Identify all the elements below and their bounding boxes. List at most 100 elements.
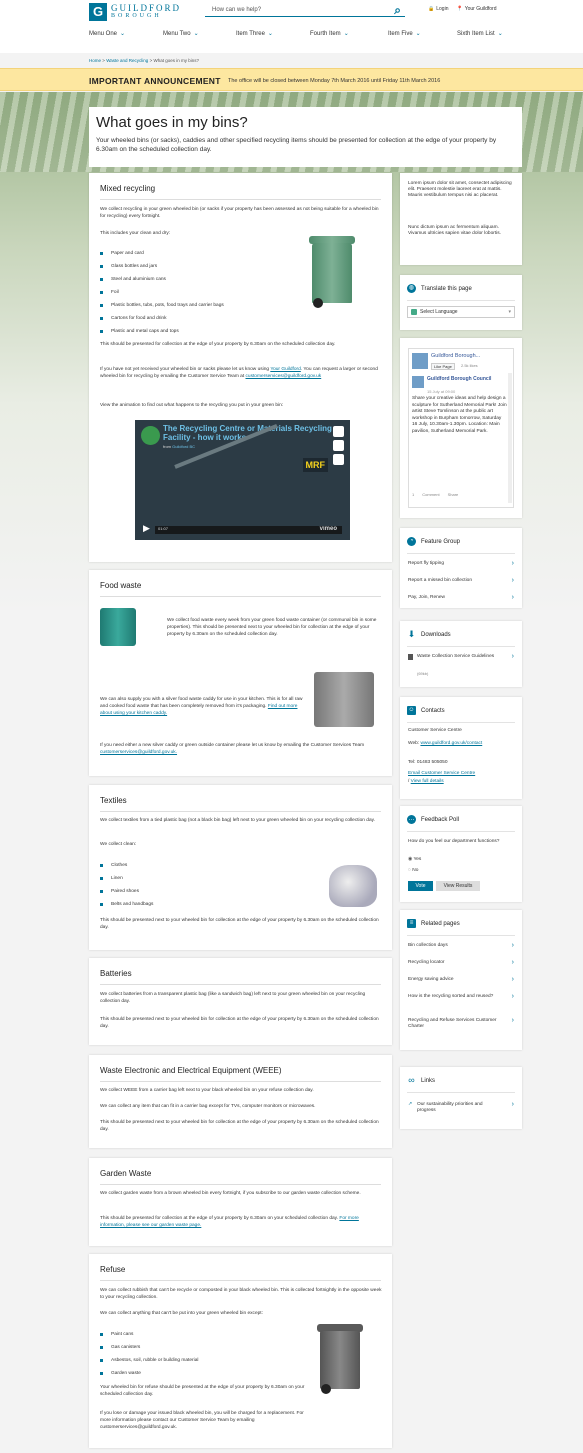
play-icon[interactable]: ▶: [143, 523, 150, 534]
scrollbar[interactable]: [508, 373, 512, 503]
email-link[interactable]: customerservices@guildford.gov.uk.: [100, 750, 177, 755]
clock-icon[interactable]: [333, 440, 344, 451]
translate-box: ◍ Translate this page Select Language ▾: [400, 275, 522, 330]
breadcrumb: Home > Waste and Recycling > What goes i…: [89, 58, 199, 63]
globe-icon: ◍: [407, 284, 416, 293]
chevron-down-icon: ⌄: [267, 31, 273, 37]
feature-group-box: ◔ Feature Group Report fly tipping › Repor…: [400, 528, 522, 608]
fb-post-text: Share your creative ideas and help desig…: [412, 396, 507, 434]
poll-option-yes[interactable]: ◉ Yes: [408, 857, 514, 863]
related-link[interactable]: Energy saving advice ›: [408, 976, 514, 983]
chevron-down-icon: ⌄: [415, 31, 421, 37]
logo-line-1: GUILDFORD: [111, 3, 182, 13]
fb-share-button[interactable]: Share: [448, 492, 459, 497]
sidebar-link[interactable]: Report a missed bin collection ›: [408, 577, 514, 584]
vimeo-logo: vimeo: [319, 526, 337, 532]
sidebar-text-box: Lorem ipsum dolor sit amet, consectet ad…: [400, 173, 522, 265]
email-link[interactable]: Email Customer Service Centre: [408, 771, 475, 776]
related-link[interactable]: Recycling locator ›: [408, 959, 514, 966]
list-item: Paired shoes: [100, 889, 139, 894]
nav-fourth-item[interactable]: Fourth Item ⌄: [310, 30, 349, 37]
vote-button[interactable]: Vote: [408, 881, 433, 891]
announcement-banner: IMPORTANT ANNOUNCEMENT The office will b…: [0, 68, 583, 91]
fb-page-name[interactable]: Guildford Borough...: [431, 353, 480, 359]
list-item: Plastic and metal caps and tops: [100, 329, 179, 334]
related-link[interactable]: Bin collection days ›: [408, 942, 514, 949]
breadcrumb-waste[interactable]: Waste and Recycling: [106, 58, 148, 63]
web-link[interactable]: www.guildford.gov.uk/contact: [420, 741, 482, 746]
announcement-text: The office will be closed between Monday…: [228, 78, 441, 84]
speech-bubble-icon: …: [407, 815, 416, 824]
email-link[interactable]: customerservices@guildford.gov.uk: [246, 374, 322, 379]
fb-like-page-button[interactable]: Like Page: [431, 363, 455, 370]
chevron-right-icon: ›: [511, 577, 514, 584]
view-results-button[interactable]: View Results: [436, 881, 480, 891]
video-author[interactable]: Guildford BC: [172, 444, 195, 449]
nav-menu-one[interactable]: Menu One ⌄: [89, 30, 125, 37]
language-select[interactable]: Select Language ▾: [407, 306, 515, 318]
location-pin-icon: 📍: [456, 6, 463, 12]
list-item: Belts and handbags: [99, 902, 154, 907]
fb-page-thumbnail: [412, 353, 428, 369]
your-guildford-link[interactable]: 📍 Your Guildford: [456, 6, 496, 12]
lock-icon: 🔒: [428, 6, 435, 12]
textile-bag-image: [329, 865, 377, 907]
your-guildford-link[interactable]: Your Guildford: [270, 367, 301, 372]
link-icon: ∞: [408, 1075, 415, 1085]
page-intro: Your wheeled bins (or sacks), caddies an…: [96, 137, 497, 153]
chevron-right-icon: ›: [511, 594, 514, 601]
site-header: G GUILDFORD BOROUGH How can we help? ⌕ 🔒…: [0, 0, 583, 53]
document-icon: ≡: [407, 919, 416, 928]
breadcrumb-home[interactable]: Home: [89, 58, 101, 63]
fb-comment-button[interactable]: Comment: [422, 492, 439, 497]
list-item: Garden waste: [100, 1371, 141, 1376]
chevron-right-icon: ›: [511, 1017, 514, 1024]
nav-item-five[interactable]: Item Five ⌄: [388, 30, 421, 37]
sidebar-link[interactable]: Pay, Join, Renew ›: [408, 594, 514, 601]
site-logo[interactable]: G GUILDFORD BOROUGH: [89, 3, 181, 21]
list-item: Steel and aluminium cans: [100, 277, 166, 282]
video-player[interactable]: The Recycling Centre or Materials Recycl…: [135, 420, 350, 540]
related-link[interactable]: Recycling and Refuse Services Customer C…: [408, 1017, 514, 1030]
search-placeholder: How can we help?: [212, 7, 262, 13]
fb-like-count[interactable]: 1: [412, 492, 414, 497]
sidebar-link[interactable]: Report fly tipping ›: [408, 560, 514, 567]
nav-menu-two[interactable]: Menu Two ⌄: [163, 30, 199, 37]
view-details-link[interactable]: View full details: [411, 779, 444, 784]
list-item: Glass bottles and jars: [99, 264, 158, 269]
page-title-box: What goes in my bins? Your wheeled bins …: [89, 107, 522, 167]
refuse-card: Refuse We can collect rubbish that can't…: [89, 1254, 392, 1448]
search-input[interactable]: How can we help? ⌕: [205, 3, 405, 17]
fb-avatar: [412, 376, 424, 388]
facebook-widget: Guildford Borough... Like Page 2.5k like…: [400, 338, 522, 518]
download-link[interactable]: Waste Collection Service Guidelines ›: [408, 653, 514, 660]
heart-icon[interactable]: [333, 426, 344, 437]
section-heading: Batteries: [100, 969, 132, 978]
feature-icon: ◔: [407, 537, 416, 546]
logo-mark: G: [89, 3, 107, 21]
related-pages-box: ≡ Related pages Bin collection days › Recy…: [400, 910, 522, 1050]
section-heading: Food waste: [100, 581, 142, 590]
nav-item-three[interactable]: Item Three ⌄: [236, 30, 273, 37]
list-item: Paint cans: [99, 1332, 134, 1337]
download-icon: ⬇: [407, 629, 416, 639]
contacts-box: ☺ Contacts Customer Service Centre Web: w…: [400, 697, 522, 799]
contact-card-icon: ☺: [407, 706, 416, 715]
video-progress[interactable]: 01:07 vimeo: [155, 526, 342, 534]
login-link[interactable]: 🔒 Login: [428, 6, 448, 12]
nav-sixth-item-list[interactable]: Sixth Item List ⌄: [457, 30, 503, 37]
chevron-down-icon: ⌄: [497, 31, 503, 37]
garden-waste-card: Garden Waste We collect garden waste fro…: [89, 1158, 392, 1246]
section-heading: Textiles: [100, 796, 127, 805]
google-translate-icon: [411, 309, 417, 315]
video-logo: [141, 426, 160, 445]
silver-kitchen-caddy-image: [314, 672, 374, 727]
chevron-right-icon: ›: [511, 959, 514, 966]
poll-option-no[interactable]: ○ No: [408, 868, 514, 874]
external-link[interactable]: ↗ Our sustainability priorities and progr…: [408, 1101, 514, 1114]
list-item: Linen: [100, 876, 123, 881]
share-icon[interactable]: [333, 454, 344, 465]
related-link[interactable]: How is the recycling sorted and reused? ›: [408, 993, 514, 1000]
chevron-down-icon: ⌄: [343, 31, 349, 37]
search-icon[interactable]: ⌕: [394, 3, 401, 18]
